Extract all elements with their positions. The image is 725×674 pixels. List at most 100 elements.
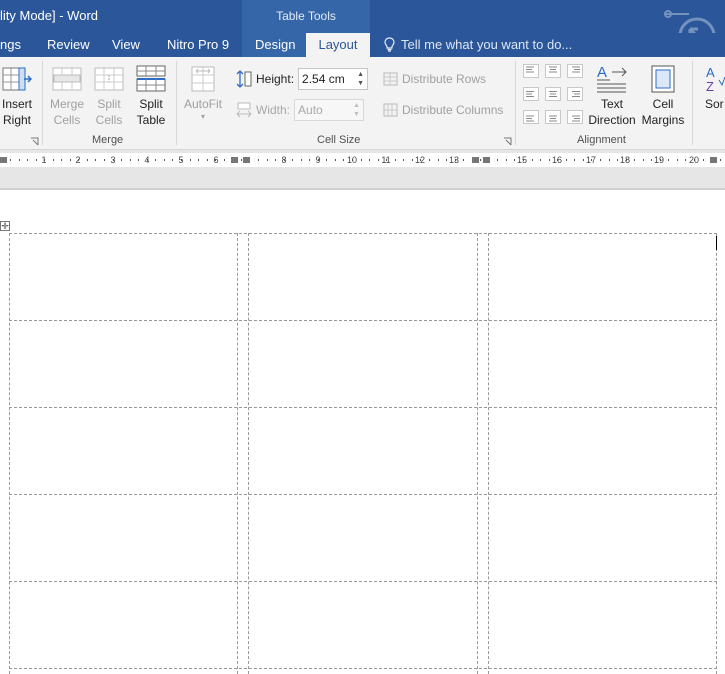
table-border — [237, 233, 238, 674]
split-table-icon — [136, 65, 166, 92]
autofit-icon — [191, 66, 215, 92]
insert-right-line2: Right — [2, 113, 31, 127]
ruler-number: 12 — [414, 155, 426, 165]
document-background — [0, 170, 725, 190]
word-window: lity Mode] - Word Table Tools ngs Review… — [0, 0, 725, 674]
table-cell[interactable] — [489, 408, 716, 494]
sort-button[interactable]: A Z Sor — [697, 62, 725, 112]
spinner-arrows-icon[interactable]: ▲ ▼ — [352, 101, 361, 119]
align-top-left-icon[interactable] — [523, 64, 539, 78]
text-direction-line1: Text — [600, 97, 623, 111]
table-cell[interactable] — [10, 234, 237, 320]
table-cell[interactable] — [489, 234, 716, 320]
distribute-columns-icon — [383, 103, 398, 117]
cell-margins-line2: Margins — [641, 113, 685, 127]
width-input[interactable] — [295, 100, 352, 120]
table-cell[interactable] — [249, 582, 477, 668]
align-middle-right-icon[interactable] — [567, 87, 583, 101]
ruler-number: 4 — [144, 155, 150, 165]
width-row: Width: ▲▼ — [236, 98, 365, 122]
sort-label: Sor — [705, 97, 724, 111]
tab-layout[interactable]: Layout — [306, 33, 370, 57]
ruler-number: 15 — [516, 155, 528, 165]
split-table-button[interactable]: Split Table — [130, 62, 172, 128]
merge-cells-line2: Cells — [53, 113, 81, 127]
height-label: Height: — [256, 72, 295, 86]
distribute-columns-button[interactable]: Distribute Columns — [383, 99, 503, 121]
merge-cells-line1: Merge — [49, 97, 84, 111]
table-border — [9, 668, 717, 669]
tab-view[interactable]: View — [112, 33, 140, 57]
alignment-group-label: Alignment — [577, 134, 626, 146]
insert-right-line1: Insert — [1, 97, 32, 111]
group-separator — [42, 61, 43, 145]
group-separator — [176, 61, 177, 145]
split-cells-icon — [94, 67, 124, 91]
ruler-number: 11 — [381, 155, 391, 165]
split-cells-button[interactable]: Split Cells — [88, 62, 130, 128]
svg-text:A: A — [706, 65, 715, 80]
table-cell[interactable] — [489, 321, 716, 407]
width-spinner[interactable]: ▲▼ — [294, 99, 365, 121]
lightbulb-icon — [384, 37, 395, 52]
table-cell[interactable] — [249, 234, 477, 320]
column-width-icon — [236, 102, 252, 118]
table-cell[interactable] — [10, 495, 237, 581]
align-middle-left-icon[interactable] — [523, 87, 539, 101]
ruler-number: 18 — [619, 155, 631, 165]
table-move-handle-icon[interactable]: ✛ — [0, 221, 10, 231]
tab-mailings[interactable]: ngs — [0, 33, 21, 57]
height-spinner[interactable]: ▲▼ — [298, 68, 369, 90]
table-border — [716, 233, 717, 674]
align-bottom-left-icon[interactable] — [523, 110, 539, 124]
insert-right-button[interactable]: Insert Right — [0, 62, 34, 128]
table-tools-label: Table Tools — [276, 9, 336, 23]
svg-text:Z: Z — [706, 79, 714, 94]
ruler-number: 1 — [41, 155, 47, 165]
ruler-number: 6 — [213, 155, 219, 165]
table-cell[interactable] — [10, 408, 237, 494]
align-bottom-center-icon[interactable] — [545, 110, 561, 124]
ruler-number: 19 — [653, 155, 665, 165]
ruler-number: 17 — [585, 155, 597, 165]
table-cell[interactable] — [249, 321, 477, 407]
autofit-label: AutoFit — [183, 97, 222, 111]
align-bottom-right-icon[interactable] — [567, 110, 583, 124]
horizontal-ruler[interactable]: 1 2 3 4 5 6 8 9 10 11 12 13 15 16 17 18 … — [0, 150, 725, 170]
table-cell[interactable] — [489, 495, 716, 581]
align-top-center-icon[interactable] — [545, 64, 561, 78]
tab-design[interactable]: Design — [255, 33, 295, 57]
distribute-rows-button[interactable]: Distribute Rows — [383, 68, 486, 90]
rows-columns-launcher-icon[interactable] — [30, 137, 40, 147]
ruler-number: 10 — [346, 155, 358, 165]
ruler-number: 3 — [110, 155, 116, 165]
merge-cells-icon — [52, 67, 82, 91]
spinner-arrows-icon[interactable]: ▲ ▼ — [356, 70, 365, 88]
cell-margins-button[interactable]: Cell Margins — [638, 62, 688, 128]
insert-column-right-icon — [2, 67, 32, 91]
table-cell[interactable] — [249, 408, 477, 494]
table-cell[interactable] — [10, 582, 237, 668]
merge-cells-button[interactable]: Merge Cells — [46, 62, 88, 128]
table-cell[interactable] — [10, 321, 237, 407]
tab-review[interactable]: Review — [47, 33, 90, 57]
text-direction-button[interactable]: A Text Direction — [587, 62, 637, 128]
table-cell[interactable] — [489, 582, 716, 668]
align-middle-center-icon[interactable] — [545, 87, 561, 101]
table-border — [477, 233, 478, 674]
ruler-ticks — [0, 157, 721, 163]
tell-me-search[interactable]: Tell me what you want to do... — [383, 33, 572, 57]
window-title: lity Mode] - Word — [0, 8, 99, 23]
cell-size-launcher-icon[interactable] — [503, 137, 513, 147]
text-cursor — [716, 236, 717, 250]
svg-text:A: A — [597, 64, 607, 81]
distribute-rows-label: Distribute Rows — [402, 72, 487, 86]
row-height-icon — [236, 70, 252, 88]
align-top-right-icon[interactable] — [567, 64, 583, 78]
height-input[interactable] — [299, 69, 356, 89]
group-separator — [515, 61, 516, 145]
split-table-line2: Table — [136, 113, 166, 127]
autofit-button[interactable]: AutoFit ▾ — [180, 62, 226, 122]
tab-nitro-pro[interactable]: Nitro Pro 9 — [167, 33, 229, 57]
table-cell[interactable] — [249, 495, 477, 581]
